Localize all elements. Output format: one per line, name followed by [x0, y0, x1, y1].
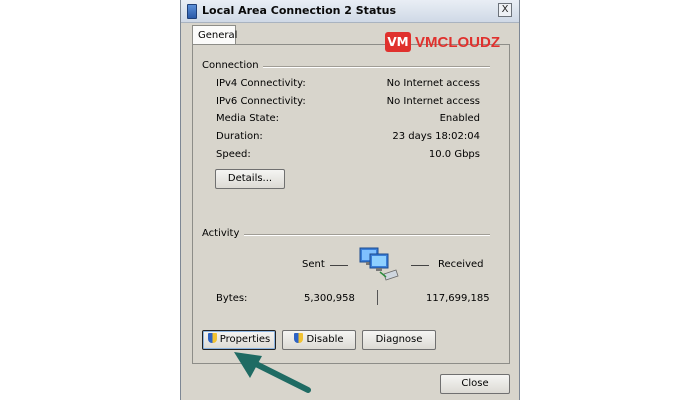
uac-shield-icon — [207, 333, 217, 343]
close-window-button[interactable]: X — [498, 3, 512, 17]
ipv4-value: No Internet access — [386, 78, 480, 89]
brand-logo-text: VMCLOUDZ — [415, 33, 500, 51]
title-bar[interactable]: Local Area Connection 2 Status X — [180, 0, 520, 23]
bytes-divider — [377, 290, 378, 305]
media-state-value: Enabled — [439, 113, 480, 124]
properties-button-label: Properties — [219, 334, 271, 345]
window-title: Local Area Connection 2 Status — [202, 4, 397, 17]
brand-logo-mark: VM — [385, 32, 411, 52]
brand-logo: VM VMCLOUDZ — [385, 30, 500, 54]
sent-label: Sent — [302, 259, 325, 270]
bytes-sent-value: 5,300,958 — [304, 293, 355, 304]
properties-button[interactable]: Properties — [202, 330, 276, 350]
general-panel — [192, 44, 510, 364]
connection-heading: Connection — [202, 60, 263, 71]
disable-button-label: Disable — [306, 334, 344, 345]
diagnose-button[interactable]: Diagnose — [362, 330, 436, 350]
network-computers-icon — [359, 247, 399, 281]
speed-value: 10.0 Gbps — [428, 149, 480, 160]
connection-divider — [262, 66, 490, 68]
speed-label: Speed: — [216, 149, 251, 160]
ipv6-value: No Internet access — [386, 96, 480, 107]
activity-heading: Activity — [202, 228, 244, 239]
sent-dash — [330, 265, 348, 266]
media-state-label: Media State: — [216, 113, 280, 124]
bytes-label: Bytes: — [216, 293, 248, 304]
bytes-received-value: 117,699,185 — [426, 293, 490, 304]
ipv6-label: IPv6 Connectivity: — [216, 96, 306, 107]
received-label: Received — [438, 259, 484, 270]
duration-value: 23 days 18:02:04 — [392, 131, 480, 142]
details-button[interactable]: Details... — [215, 169, 285, 189]
received-dash — [411, 265, 429, 266]
disable-button[interactable]: Disable — [282, 330, 356, 350]
status-dialog: Local Area Connection 2 Status X General… — [180, 0, 520, 400]
annotation-arrow-icon — [234, 352, 311, 393]
uac-shield-icon — [294, 333, 304, 343]
close-button[interactable]: Close — [440, 374, 510, 394]
activity-divider — [244, 234, 490, 236]
ipv4-label: IPv4 Connectivity: — [216, 78, 306, 89]
duration-label: Duration: — [216, 131, 263, 142]
tab-general[interactable]: General — [192, 25, 237, 45]
network-adapter-icon — [187, 4, 197, 19]
